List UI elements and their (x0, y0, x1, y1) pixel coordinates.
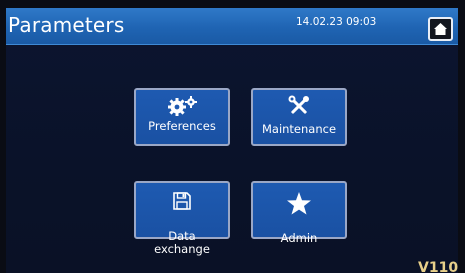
device-frame: Parameters 14.02.23 09:03 Preferences Ma… (0, 0, 465, 273)
data-exchange-label: Data exchange (136, 230, 228, 256)
floppy-disk-icon (136, 191, 228, 215)
admin-tile[interactable]: Admin (251, 181, 347, 245)
version-label: V110 (418, 260, 458, 273)
page-title: Parameters (8, 13, 125, 37)
preferences-tile[interactable]: Preferences (134, 88, 230, 146)
gears-icon (136, 95, 228, 121)
data-exchange-text: Data exchange (154, 229, 210, 256)
maintenance-label: Maintenance (261, 122, 337, 136)
star-icon (253, 191, 345, 219)
home-icon (434, 23, 447, 35)
home-button[interactable] (428, 17, 453, 41)
header-bar: Parameters 14.02.23 09:03 (6, 8, 458, 45)
screen: Parameters 14.02.23 09:03 Preferences Ma… (6, 8, 458, 273)
preferences-label: Preferences (148, 119, 216, 133)
tools-icon (253, 95, 345, 121)
admin-label: Admin (280, 231, 318, 245)
data-exchange-tile[interactable]: Data exchange (134, 181, 230, 256)
date-time: 14.02.23 09:03 (296, 16, 377, 28)
maintenance-tile[interactable]: Maintenance (251, 88, 347, 146)
